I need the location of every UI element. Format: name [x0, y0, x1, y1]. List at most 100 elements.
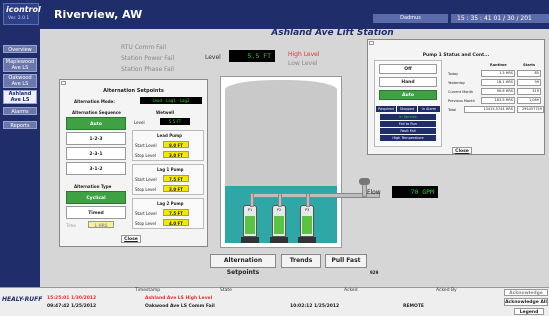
lag2-start-label: Start Level: [135, 211, 157, 216]
time-input[interactable]: 1 HRS: [88, 221, 114, 228]
pump-2-motor: [274, 216, 284, 234]
high-level-indicator: High Level: [288, 51, 320, 58]
row-previous-month-label: Previous Month: [448, 99, 475, 103]
wetwell-label: Wetwell: [156, 110, 175, 115]
acked-by-header: Acked By: [436, 288, 457, 293]
today-runtime: 1.5 HRS: [481, 70, 515, 77]
timestamp-header: Timestamp: [135, 288, 161, 293]
sidebar: Overview Maplewood Ave LS Oakwood Ave LS…: [0, 29, 40, 287]
sequence-auto-button[interactable]: Auto: [66, 117, 126, 130]
acknowledge-all-button[interactable]: Acknowledge All: [504, 298, 548, 306]
pump-1[interactable]: P1: [243, 205, 257, 237]
alternation-mode-value: Lead - Lag1 - Lag2: [140, 97, 202, 104]
legend-button[interactable]: Legend: [514, 308, 544, 315]
lag2-stop-input[interactable]: 4.0 FT: [163, 219, 189, 226]
pump-3-base: [298, 237, 316, 243]
alarm-summary-bar: [0, 287, 549, 316]
icontrol-logo: icontrol Ver. 2.0.1: [3, 3, 41, 25]
lead-stop-label: Stop Level: [135, 153, 156, 158]
pump-2[interactable]: P2: [272, 205, 286, 237]
station-title: Ashland Ave Lift Station: [271, 28, 394, 38]
pump-status-close-button[interactable]: Close: [452, 147, 472, 154]
lead-stop-input[interactable]: 3.0 FT: [163, 151, 189, 158]
alternation-mode-label: Alternation Mode:: [74, 99, 115, 104]
popup-window-icon: [61, 81, 66, 85]
yesterday-starts: 99: [517, 79, 541, 86]
lag2-start-input[interactable]: 7.5 FT: [163, 209, 189, 216]
acked-header: Acked: [344, 288, 358, 293]
sidebar-item-oakwood[interactable]: Oakwood Ave LS: [3, 74, 37, 88]
version-text: Ver. 2.0.1: [8, 16, 30, 21]
lag1-start-input[interactable]: 7.5 FT: [163, 175, 189, 182]
pump-3-label: P3: [304, 208, 310, 212]
lag1-stop-label: Stop Level: [135, 187, 156, 192]
pump-2-label: P2: [276, 208, 282, 212]
sidebar-item-alarms[interactable]: Alarms: [3, 107, 37, 115]
fail-to-run-state: Fail to Run: [380, 121, 436, 127]
lead-start-input[interactable]: 8.0 FT: [163, 141, 189, 148]
low-level-indicator: Low Level: [288, 60, 318, 67]
pump-status-title: Pump 1 Status and Cont...: [422, 53, 490, 58]
flow-label: Flow: [367, 189, 381, 196]
alternation-setpoints-button[interactable]: Alternation Setpoints: [210, 254, 276, 276]
wetwell-level-value: 5.5 FT: [160, 118, 190, 125]
lag1-pump-section: Lag 1 Pump Start Level 7.5 FT Stop Level…: [132, 164, 204, 195]
lag2-pump-section: Lag 2 Pump Start Level 7.5 FT Stop Level…: [132, 198, 204, 229]
trends-button[interactable]: Trends: [281, 254, 321, 268]
pump-2-base: [270, 237, 288, 243]
mode-auto-button[interactable]: Auto: [379, 90, 437, 100]
pump-3-motor: [302, 216, 312, 234]
total-starts: 295457759: [517, 106, 544, 113]
row-today-label: Today: [448, 72, 459, 76]
time-label: Time: [66, 223, 76, 228]
alarm-row-1-state: Ashland Ave LS High Level: [145, 296, 213, 301]
station-phase-fail-indicator: Station Phase Fail: [121, 66, 174, 73]
in-alarm-tag: In Alarm: [418, 106, 440, 112]
mode-off-button[interactable]: Off: [379, 64, 437, 74]
fault-fail-state: Fault Fail: [380, 128, 436, 134]
runtime-header: Runtime: [490, 63, 507, 67]
sidebar-item-ashland[interactable]: Ashland Ave LS: [3, 90, 37, 104]
pump-3-riser: [306, 193, 310, 207]
sequence-312-button[interactable]: 3-1-2: [66, 162, 126, 175]
rtu-comm-fail-indicator: RTU Comm Fail: [121, 44, 167, 51]
starts-header: Starts: [523, 63, 536, 67]
sidebar-item-maplewood[interactable]: Maplewood Ave LS: [3, 58, 37, 72]
sidebar-item-overview[interactable]: Overview: [3, 45, 37, 53]
row-total-label: Total: [448, 108, 457, 112]
required-tag: Required: [376, 106, 396, 112]
type-cyclical-button[interactable]: Cyclical: [66, 191, 126, 204]
flow-display: 70 GPM: [392, 186, 438, 198]
mode-hand-button[interactable]: Hand: [379, 77, 437, 87]
pump-status-popup: Pump 1 Status and Cont... Off Hand Auto …: [367, 39, 545, 155]
discharge-header-pipe: [250, 193, 380, 198]
total-runtime: 13415.5744 HRS: [464, 106, 515, 113]
state-header: State: [220, 288, 232, 293]
alarm-row-2-state: Oakwood Ave LS Comm Fail: [145, 304, 215, 309]
sequence-231-button[interactable]: 2-3-1: [66, 147, 126, 160]
valve-icon: [359, 178, 370, 185]
sidebar-item-reports[interactable]: Reports: [3, 121, 37, 129]
alternation-popup-title: Alternation Setpoints: [103, 88, 164, 94]
previous-month-runtime: 183.5 HRS: [481, 97, 515, 104]
pump-3[interactable]: P3: [300, 205, 314, 237]
site-title: Riverview, AW: [54, 8, 143, 21]
row-current-month-label: Current Month: [448, 90, 474, 94]
lag1-start-label: Start Level: [135, 177, 157, 182]
acknowledge-button[interactable]: Acknowledge: [504, 289, 548, 296]
footer-number: 929: [370, 270, 379, 275]
lead-pump-title: Lead Pump: [157, 133, 183, 138]
user-box[interactable]: Dadmus: [373, 14, 448, 23]
lag2-pump-title: Lag 2 Pump: [157, 201, 184, 206]
sequence-123-button[interactable]: 1-2-3: [66, 132, 126, 145]
lag1-stop-input[interactable]: 3.0 FT: [163, 185, 189, 192]
today-starts: 85: [517, 70, 541, 77]
level-label: Level: [205, 54, 221, 61]
type-timed-button[interactable]: Timed: [66, 206, 126, 219]
lag1-pump-title: Lag 1 Pump: [157, 167, 184, 172]
lead-pump-section: Lead Pump Start Level 8.0 FT Stop Level …: [132, 130, 204, 161]
alternation-close-button[interactable]: Close: [121, 235, 141, 243]
pull-fast-button[interactable]: Pull Fast: [325, 254, 367, 268]
in-service-state: In Service: [380, 114, 436, 120]
pump-1-label: P1: [247, 208, 253, 212]
